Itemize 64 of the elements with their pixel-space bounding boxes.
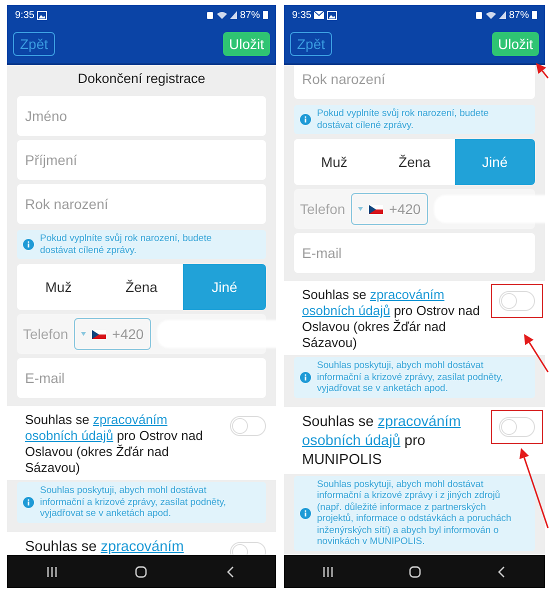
text-field[interactable]: E-mail	[17, 358, 266, 398]
note-text: Pokud vyplníte svůj rok narození, budete dostávat cílené zprávy.	[40, 233, 213, 256]
status-time: 9:35	[15, 10, 34, 20]
link[interactable]: osobních údajů	[25, 428, 114, 443]
battery-icon	[532, 11, 537, 19]
link[interactable]: zpracováním	[370, 287, 444, 302]
signal-icon	[230, 11, 237, 19]
phone-label: Telefon	[300, 201, 346, 217]
consent-text: Souhlas se zpracováním osobních údajů pro Ostrov nad Oslavou (okres Žďár nad Sázavou)	[25, 412, 204, 476]
toggle-switch[interactable]	[499, 416, 535, 436]
note-text: Souhlas poskytuji, abych mohl dostávat informační a krizové zprávy, zasílat podněty, vyjadřovat se v anketách apod.	[317, 360, 504, 394]
link[interactable]: osobních údajů	[302, 303, 390, 318]
toggle-switch[interactable]	[499, 291, 535, 311]
back-button[interactable]: Zpět	[290, 32, 332, 56]
home-icon[interactable]	[134, 564, 148, 578]
status-time: 9:35	[292, 10, 312, 20]
wifi-icon	[486, 11, 496, 19]
battery-level: 87%	[240, 10, 260, 20]
save-button[interactable]: Uložit	[492, 32, 539, 56]
text-field[interactable]: Rok narození	[17, 184, 266, 224]
caret-icon	[81, 332, 86, 336]
note-text: Pokud vyplníte svůj rok narození, budete dostávat cílené zprávy.	[317, 108, 490, 131]
text-field[interactable]: E-mail	[294, 233, 535, 273]
note-text: Souhlas poskytuji, abych mohl dostávat informační a krizové zprávy i z jiných zdrojů (např. důležité informace z partnerských projektů, informace o odstávkách a poruchách inženýrských sítí) a abych byl informován o novinkách v MUNIPOLIS.	[317, 478, 512, 548]
info-icon	[300, 372, 311, 383]
image-icon	[37, 10, 48, 20]
gender-option[interactable]: Jiné	[183, 264, 266, 310]
flag-icon	[369, 204, 384, 214]
mail-icon	[314, 11, 324, 19]
link[interactable]: zpracováním	[92, 412, 168, 427]
caret-icon	[358, 207, 364, 211]
annotation-arrow	[524, 334, 549, 372]
wifi-icon	[216, 11, 227, 19]
battery-icon	[263, 11, 268, 19]
link[interactable]: zpracováním	[378, 414, 461, 430]
signal-icon	[498, 11, 506, 19]
toggle-switch[interactable]	[230, 416, 266, 436]
home-icon[interactable]	[408, 564, 422, 578]
info-icon	[23, 239, 34, 250]
note-text: Souhlas poskytuji, abych mohl dostávat informační a krizové zprávy, zasílat podněty, vyjadřovat se v anketách apod.	[40, 485, 228, 520]
recent-apps-icon[interactable]	[44, 564, 59, 578]
gender-option[interactable]: Jiné	[454, 139, 535, 185]
text-field[interactable]: Jméno	[17, 96, 266, 136]
link[interactable]: zpracováním	[100, 538, 184, 554]
consent-text: Souhlas se zpracováním osobních údajů pro MUNIPOLIS	[302, 412, 462, 470]
image-icon	[327, 10, 338, 20]
country-code-picker[interactable]: +420	[74, 318, 151, 350]
info-icon	[300, 508, 311, 518]
link[interactable]: osobních údajů	[302, 432, 400, 448]
annotation-arrow	[536, 63, 549, 78]
recent-apps-icon[interactable]	[320, 564, 334, 578]
info-icon	[23, 496, 34, 508]
text-field[interactable]: Rok narození	[294, 65, 535, 99]
back-button[interactable]: Zpět	[13, 32, 56, 56]
page-title: Dokončení registrace	[76, 70, 206, 88]
phone-label: Telefon	[23, 326, 68, 342]
text-field[interactable]: Příjmení	[17, 140, 266, 180]
consent-text: Souhlas se zpracováním osobních údajů pro Ostrov nad Oslavou (okres Žďár nad Sázavou)	[302, 287, 481, 351]
battery-level: 87%	[508, 10, 529, 20]
info-icon	[300, 114, 311, 125]
flag-icon	[92, 330, 106, 338]
consent-text: Souhlas se zpracováním	[25, 538, 185, 555]
country-code-picker[interactable]: +420	[351, 193, 428, 225]
save-button[interactable]: Uložit	[222, 32, 270, 56]
